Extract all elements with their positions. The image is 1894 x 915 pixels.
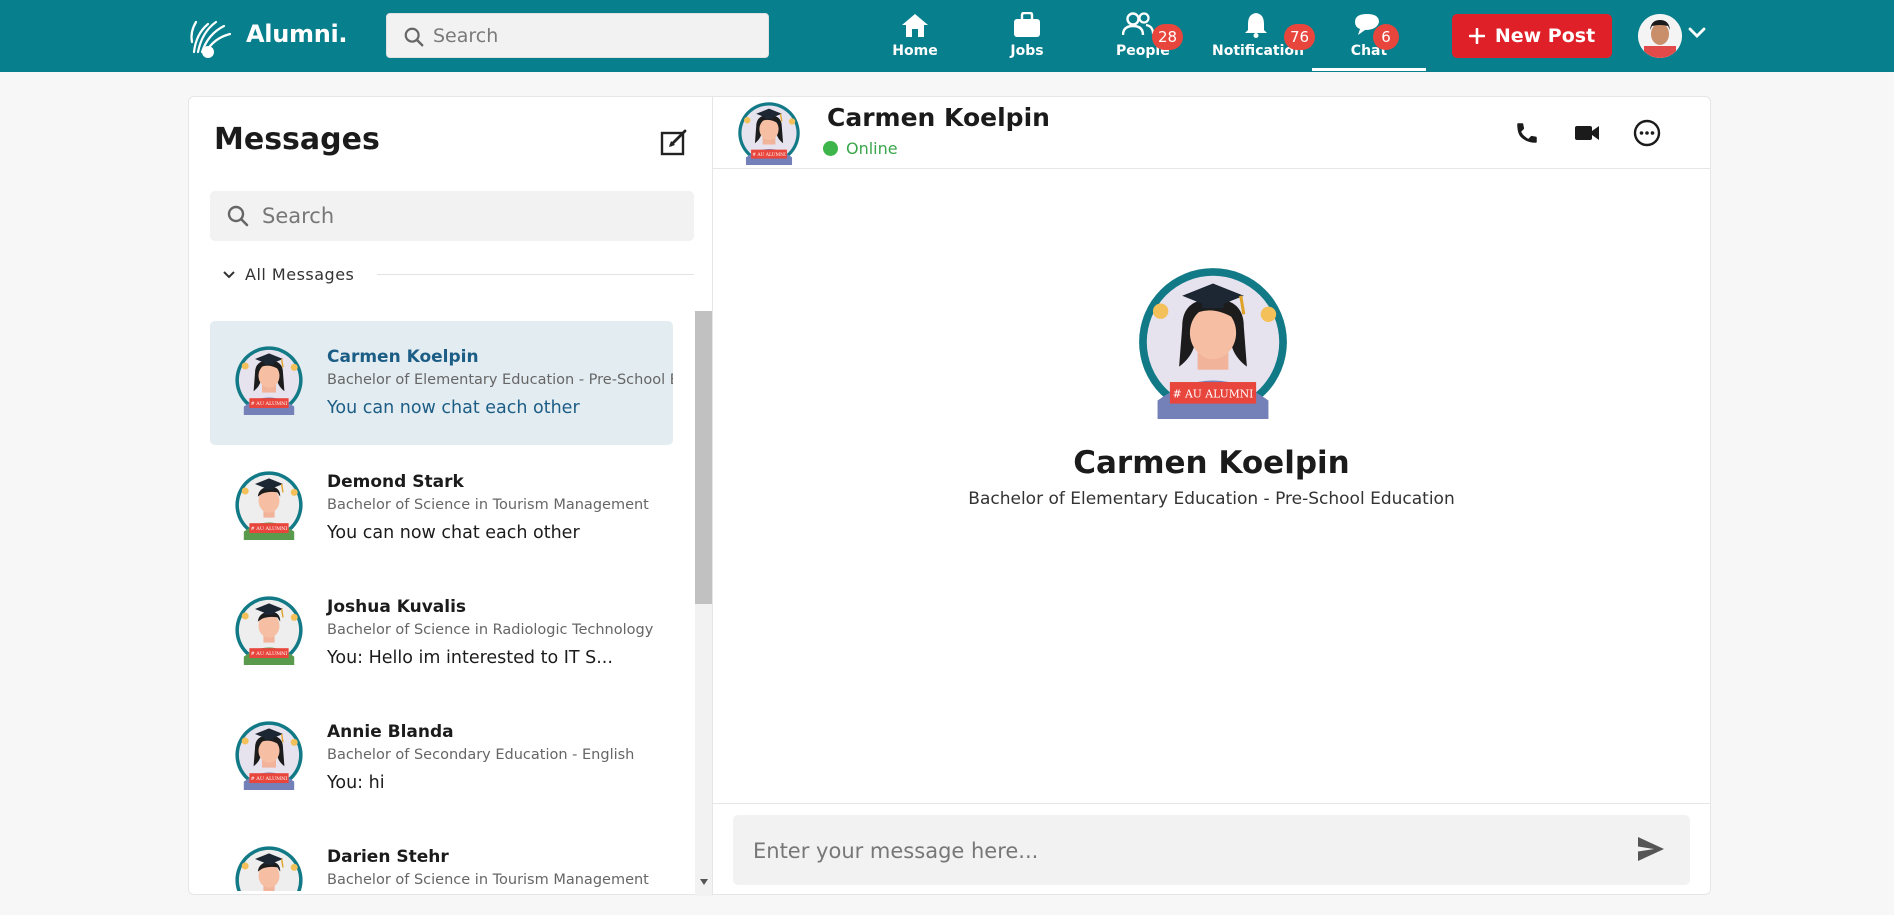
- contact-course: Bachelor of Elementary Education - Pre-S…: [327, 372, 673, 388]
- contact-course: Bachelor of Science in Radiologic Techno…: [327, 622, 654, 638]
- send-icon[interactable]: [1636, 835, 1666, 863]
- video-call-button[interactable]: [1569, 115, 1605, 151]
- call-button[interactable]: [1509, 115, 1545, 151]
- last-message: You can now chat each other: [327, 398, 580, 418]
- conversation-item[interactable]: Demond Stark Bachelor of Science in Tour…: [210, 446, 673, 570]
- chevron-down-icon: [223, 270, 235, 278]
- contact-avatar: [234, 470, 304, 540]
- chat-contact-name: Carmen Koelpin: [827, 103, 1050, 132]
- nav-active-indicator: [1312, 68, 1426, 71]
- nav-jobs-label: Jobs: [1010, 43, 1044, 59]
- contact-course: Bachelor of Science in Tourism Managemen…: [327, 872, 649, 888]
- conversation-item[interactable]: Carmen Koelpin Bachelor of Elementary Ed…: [210, 321, 673, 445]
- home-icon: [902, 14, 928, 37]
- contact-avatar: [234, 845, 304, 891]
- phone-icon: [1517, 123, 1537, 143]
- scroll-down-arrow-icon[interactable]: [700, 879, 708, 885]
- people-icon: [1122, 12, 1154, 36]
- contact-avatar: [234, 595, 304, 665]
- profile-course: Bachelor of Elementary Education - Pre-S…: [968, 489, 1455, 509]
- messages-search-input[interactable]: [262, 203, 662, 229]
- messages-panel: Messages All Messages Carmen Koelpin Bac…: [188, 96, 713, 896]
- briefcase-icon: [1014, 12, 1040, 37]
- contact-avatar: [234, 720, 304, 790]
- video-camera-icon: [1575, 126, 1599, 140]
- online-status-label: Online: [846, 139, 898, 158]
- contact-name: Carmen Koelpin: [327, 347, 479, 367]
- message-composer[interactable]: [733, 815, 1690, 885]
- contact-avatar: [234, 345, 304, 415]
- nav-notification[interactable]: Notification 76: [1210, 8, 1316, 72]
- nav-chat-label: Chat: [1350, 43, 1388, 59]
- plus-icon: [1468, 28, 1485, 44]
- chat-badge: 6: [1373, 24, 1399, 50]
- conversation-list: Carmen Koelpin Bachelor of Elementary Ed…: [210, 321, 673, 891]
- profile-avatar: [1136, 265, 1290, 419]
- messages-search-box[interactable]: [210, 191, 694, 241]
- online-dot-icon: [823, 141, 838, 156]
- filter-label: All Messages: [245, 265, 355, 284]
- more-options-button[interactable]: [1629, 115, 1665, 151]
- nav-people[interactable]: People 28: [1104, 8, 1184, 72]
- new-post-label: New Post: [1494, 25, 1596, 47]
- headdress-logo-icon[interactable]: [186, 12, 234, 60]
- all-messages-filter[interactable]: All Messages: [223, 265, 354, 284]
- contact-name: Joshua Kuvalis: [327, 597, 467, 617]
- people-badge: 28: [1152, 24, 1184, 50]
- scrollbar-thumb[interactable]: [695, 311, 713, 604]
- chat-contact-avatar[interactable]: [737, 101, 801, 165]
- chat-header: Carmen Koelpin Online: [713, 97, 1710, 169]
- composer-divider: [713, 803, 1710, 804]
- contact-name: Demond Stark: [327, 472, 464, 492]
- filter-divider: [377, 274, 694, 275]
- conversation-item[interactable]: Joshua Kuvalis Bachelor of Science in Ra…: [210, 571, 673, 695]
- top-search-input[interactable]: [433, 24, 753, 48]
- online-status: Online: [823, 139, 898, 158]
- profile-name: Carmen Koelpin: [1073, 445, 1350, 481]
- brand-name[interactable]: Alumni.: [246, 20, 348, 48]
- contact-name: Annie Blanda: [327, 722, 454, 742]
- messages-title: Messages: [214, 122, 380, 157]
- new-post-button[interactable]: New Post: [1452, 14, 1612, 58]
- last-message: You can now chat each other: [327, 523, 580, 543]
- notification-badge: 76: [1284, 24, 1316, 50]
- chevron-down-icon[interactable]: [1688, 26, 1706, 40]
- message-input[interactable]: [753, 837, 1613, 865]
- chat-panel: Carmen Koelpin Online Carmen Koelpin Bac…: [712, 96, 1711, 895]
- bell-icon: [1245, 13, 1267, 38]
- search-icon: [404, 27, 424, 47]
- nav-home[interactable]: Home: [880, 8, 950, 72]
- last-message: You: Hello im interested to IT S...: [327, 648, 613, 668]
- contact-course: Bachelor of Secondary Education - Englis…: [327, 747, 635, 763]
- nav-home-label: Home: [892, 43, 938, 59]
- conversation-item[interactable]: Darien Stehr Bachelor of Science in Tour…: [210, 821, 673, 891]
- nav-chat[interactable]: Chat 6: [1326, 8, 1412, 72]
- user-avatar-image: [1638, 14, 1682, 58]
- top-navbar: Alumni. Home Jobs People 28 Notification…: [0, 0, 1894, 72]
- compose-icon[interactable]: [659, 127, 689, 157]
- search-icon: [227, 205, 249, 227]
- more-horizontal-icon: [1633, 119, 1661, 147]
- nav-jobs[interactable]: Jobs: [992, 8, 1062, 72]
- user-avatar[interactable]: [1638, 14, 1682, 58]
- last-message: You: hi: [327, 773, 385, 793]
- contact-name: Darien Stehr: [327, 847, 449, 867]
- top-search-box[interactable]: [386, 13, 769, 58]
- contact-course: Bachelor of Science in Tourism Managemen…: [327, 497, 649, 513]
- conversation-item[interactable]: Annie Blanda Bachelor of Secondary Educa…: [210, 696, 673, 820]
